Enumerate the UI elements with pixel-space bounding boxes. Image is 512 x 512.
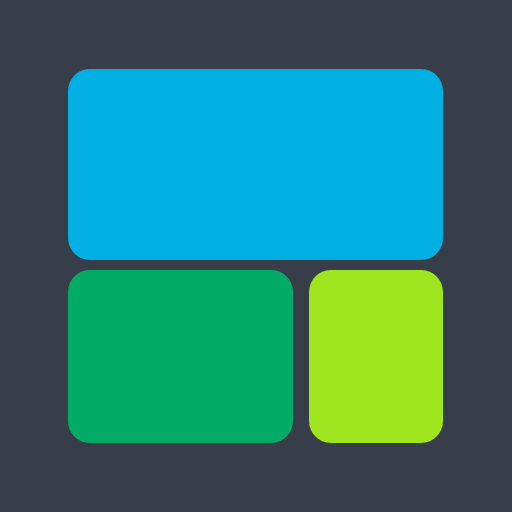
app-icon-canvas <box>0 0 512 512</box>
bottom-right-tile <box>309 270 443 443</box>
top-wide-tile <box>68 69 443 260</box>
bottom-left-tile <box>68 270 293 443</box>
